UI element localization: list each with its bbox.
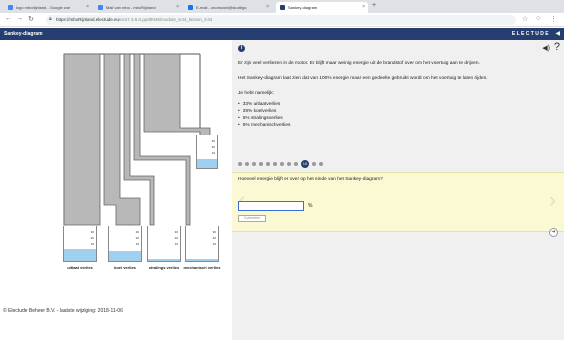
help-icon[interactable]: ? [554,41,560,53]
browser-tab-1[interactable]: logo mboriijnland - Google zoe × [4,2,92,13]
cylinder-water [109,250,141,261]
speaker-icon[interactable]: ◀) [542,44,550,52]
cylinder-water [197,158,217,168]
sankey-flow-exhaust [63,53,101,226]
step-dot[interactable] [238,162,242,166]
address-bar: ← → ↻ 🔒︎ https://mboRijnland.electude.eu… [0,13,564,27]
app-header: Sankey-diagram ELECTUDE ◀ [0,28,564,40]
paragraph-text: Je hebt namelijk: [238,91,274,96]
brand-logo: ELECTUDE [511,31,550,37]
paragraph-text: Het Sankey-diagram laat zien dat van 100… [238,76,488,81]
cylinder-label: koel verlies [114,265,136,270]
forward-icon[interactable]: → [16,15,23,22]
menu-icon[interactable]: ⋮ [550,15,557,23]
exhaust-loss-cylinder: 30 20 10 [63,226,97,262]
step-indicator: 10 [238,160,323,168]
intro-text: Er zijn veel verliezen in de motor. Er b… [238,61,480,66]
close-icon[interactable]: × [176,4,179,10]
radiation-loss-cylinder: 30 20 10 [147,226,181,262]
list-item: 5% mechanischverlies [238,123,291,128]
close-icon[interactable]: × [362,4,365,10]
browser-tab-4[interactable]: Sankey-diagram × [276,2,368,13]
browser-tab-3[interactable]: E-mail - onomzoni@studbgo × [184,2,272,13]
step-dot[interactable] [312,162,316,166]
outlook-icon [188,5,193,10]
mail-icon [98,5,103,10]
cooling-loss-cylinder: 30 20 10 [108,226,142,262]
arrow-right-icon[interactable]: ➜ [549,228,558,237]
arrow-left-icon[interactable]: ◀ [555,30,560,37]
remaining-energy-cylinder: 30 20 10 [196,135,218,169]
list-item: 29% koelverlies [238,109,277,114]
list-item: 5% stralingsverlies [238,116,283,121]
info-icon: i [238,45,245,52]
mechanical-loss-cylinder: 30 20 10 [185,226,219,262]
lesson-panel: i ◀) ? Er zijn veel verliezen in de moto… [232,40,564,340]
question-box: Hoeveel energie blijft er over op het ei… [232,172,564,232]
browser-tab-2[interactable]: Mail van mbo - mboRijnland × [94,2,182,13]
step-dot[interactable] [280,162,284,166]
close-icon[interactable]: × [266,4,269,10]
step-dot[interactable] [294,162,298,166]
current-step-dot[interactable]: 10 [301,160,309,168]
profile-icon[interactable]: ○ [536,15,540,22]
step-dot[interactable] [245,162,249,166]
cylinder-water [64,249,96,261]
reload-icon[interactable]: ↻ [28,15,34,23]
answer-input[interactable] [238,201,304,211]
chevron-right-icon[interactable]: › [549,187,556,213]
electude-icon [280,5,285,10]
list-item: 33% uitlaatverlies [238,102,281,107]
close-icon[interactable]: × [86,4,89,10]
step-dot[interactable] [259,162,263,166]
cylinder-water [148,259,180,261]
cylinder-label: mechanisch verlies [183,265,221,270]
unit-label: % [308,203,313,209]
new-tab-icon[interactable]: + [372,2,376,9]
back-icon[interactable]: ← [5,15,12,22]
cylinder-water [186,259,218,261]
question-text: Hoeveel energie blijft er over op het ei… [238,177,383,182]
step-dot[interactable] [319,162,323,166]
star-icon[interactable]: ☆ [522,15,528,23]
footer-copyright: © Electude Beheer B.V. - laatste wijzigi… [3,308,123,314]
browser-tab-bar: logo mboriijnland - Google zoe × Mail va… [0,0,564,13]
sankey-panel: 30 20 10 30 20 10 30 20 10 30 20 10 30 20 10 uit… [0,40,232,340]
check-button[interactable]: Controleer [238,215,266,222]
cylinder-label: uitlaat verlies [67,265,93,270]
page-title: Sankey-diagram [4,31,43,37]
step-dot[interactable] [273,162,277,166]
step-dot[interactable] [266,162,270,166]
google-icon [8,5,13,10]
url-field[interactable]: 🔒︎ https://mboRijnland.electude.eu/ecs7.… [46,15,516,25]
step-dot[interactable] [287,162,291,166]
step-dot[interactable] [252,162,256,166]
lock-icon: 🔒︎ [49,16,52,22]
